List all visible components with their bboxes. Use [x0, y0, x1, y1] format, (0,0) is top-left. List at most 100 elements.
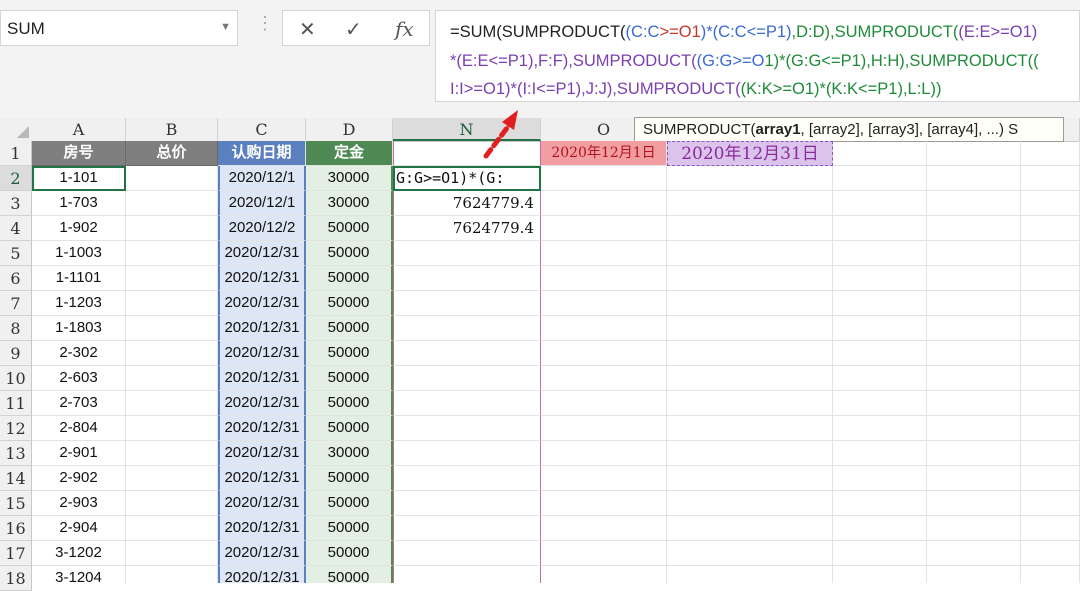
row-header[interactable]: 5: [0, 241, 32, 266]
cell-C11[interactable]: 2020/12/31: [218, 391, 306, 416]
cell-O11[interactable]: [541, 391, 667, 416]
row-header[interactable]: 11: [0, 391, 32, 416]
cell-D16[interactable]: 50000: [306, 516, 393, 541]
cell-R1[interactable]: [927, 141, 1021, 166]
cell-N9[interactable]: [393, 341, 541, 366]
cell-C3[interactable]: 2020/12/1: [218, 191, 306, 216]
cell-O3[interactable]: [541, 191, 667, 216]
cell-N2[interactable]: G:G>=O1)*(G:: [393, 166, 541, 191]
cell-D14[interactable]: 50000: [306, 466, 393, 491]
cell-A6[interactable]: 1-1101: [32, 266, 126, 291]
cell-R18[interactable]: [927, 566, 1021, 583]
row-header[interactable]: 9: [0, 341, 32, 366]
cell-N4[interactable]: 7624779.4: [393, 216, 541, 241]
cell-S4[interactable]: [1021, 216, 1080, 241]
more-options-icon[interactable]: ⋮: [256, 14, 274, 32]
cell-C4[interactable]: 2020/12/2: [218, 216, 306, 241]
column-header-B[interactable]: B: [126, 118, 218, 141]
cell-O9[interactable]: [541, 341, 667, 366]
cell-Q17[interactable]: [833, 541, 927, 566]
cell-B4[interactable]: [126, 216, 218, 241]
row-header[interactable]: 17: [0, 541, 32, 566]
cell-S1[interactable]: [1021, 141, 1080, 166]
cell-N3[interactable]: 7624779.4: [393, 191, 541, 216]
cell-C13[interactable]: 2020/12/31: [218, 441, 306, 466]
cell-C16[interactable]: 2020/12/31: [218, 516, 306, 541]
cell-O1[interactable]: 2020年12月1日: [541, 141, 667, 166]
row-header[interactable]: 1: [0, 141, 32, 166]
cell-P11[interactable]: [667, 391, 833, 416]
cell-A7[interactable]: 1-1203: [32, 291, 126, 316]
cell-N18[interactable]: [393, 566, 541, 583]
cell-N8[interactable]: [393, 316, 541, 341]
cell-P7[interactable]: [667, 291, 833, 316]
cell-R7[interactable]: [927, 291, 1021, 316]
cell-R14[interactable]: [927, 466, 1021, 491]
cell-C7[interactable]: 2020/12/31: [218, 291, 306, 316]
cell-Q5[interactable]: [833, 241, 927, 266]
cell-A5[interactable]: 1-1003: [32, 241, 126, 266]
cell-P6[interactable]: [667, 266, 833, 291]
enter-icon[interactable]: ✓: [345, 17, 362, 42]
cell-N6[interactable]: [393, 266, 541, 291]
formula-input[interactable]: =SUM(SUMPRODUCT((C:C>=O1)*(C:C<=P1),D:D)…: [435, 10, 1080, 102]
cell-P9[interactable]: [667, 341, 833, 366]
cancel-icon[interactable]: ✕: [299, 17, 316, 42]
row-header[interactable]: 15: [0, 491, 32, 516]
row-header[interactable]: 6: [0, 266, 32, 291]
cell-C9[interactable]: 2020/12/31: [218, 341, 306, 366]
cell-B15[interactable]: [126, 491, 218, 516]
cell-B6[interactable]: [126, 266, 218, 291]
cell-O16[interactable]: [541, 516, 667, 541]
cell-R10[interactable]: [927, 366, 1021, 391]
cell-D5[interactable]: 50000: [306, 241, 393, 266]
cell-P17[interactable]: [667, 541, 833, 566]
cell-D4[interactable]: 50000: [306, 216, 393, 241]
cell-grid[interactable]: 房号 总价 认购日期 定金 2020年12月1日 2020年12月31日 1-101 2020…: [32, 141, 1080, 583]
cell-A13[interactable]: 2-901: [32, 441, 126, 466]
cell-B17[interactable]: [126, 541, 218, 566]
cell-Q15[interactable]: [833, 491, 927, 516]
cell-P4[interactable]: [667, 216, 833, 241]
cell-Q7[interactable]: [833, 291, 927, 316]
cell-P2[interactable]: [667, 166, 833, 191]
cell-R2[interactable]: [927, 166, 1021, 191]
cell-A8[interactable]: 1-1803: [32, 316, 126, 341]
cell-Q8[interactable]: [833, 316, 927, 341]
cell-S6[interactable]: [1021, 266, 1080, 291]
cell-P3[interactable]: [667, 191, 833, 216]
cell-A17[interactable]: 3-1202: [32, 541, 126, 566]
cell-P14[interactable]: [667, 466, 833, 491]
cell-S16[interactable]: [1021, 516, 1080, 541]
cell-O7[interactable]: [541, 291, 667, 316]
cell-Q6[interactable]: [833, 266, 927, 291]
cell-S9[interactable]: [1021, 341, 1080, 366]
cell-A12[interactable]: 2-804: [32, 416, 126, 441]
cell-R8[interactable]: [927, 316, 1021, 341]
cell-N17[interactable]: [393, 541, 541, 566]
chevron-down-icon[interactable]: ▼: [220, 21, 231, 33]
row-header[interactable]: 18: [0, 566, 32, 591]
cell-D18[interactable]: 50000: [306, 566, 393, 583]
column-header-D[interactable]: D: [306, 118, 393, 141]
cell-S14[interactable]: [1021, 466, 1080, 491]
insert-function-icon[interactable]: fx: [395, 17, 414, 41]
row-header[interactable]: 7: [0, 291, 32, 316]
cell-A3[interactable]: 1-703: [32, 191, 126, 216]
cell-Q10[interactable]: [833, 366, 927, 391]
cell-O12[interactable]: [541, 416, 667, 441]
select-all-button[interactable]: [0, 118, 32, 141]
cell-D13[interactable]: 30000: [306, 441, 393, 466]
column-header-A[interactable]: A: [32, 118, 126, 141]
cell-D11[interactable]: 50000: [306, 391, 393, 416]
cell-Q11[interactable]: [833, 391, 927, 416]
cell-O18[interactable]: [541, 566, 667, 583]
cell-O14[interactable]: [541, 466, 667, 491]
cell-O2[interactable]: [541, 166, 667, 191]
cell-D17[interactable]: 50000: [306, 541, 393, 566]
row-header[interactable]: 8: [0, 316, 32, 341]
cell-R4[interactable]: [927, 216, 1021, 241]
cell-A2[interactable]: 1-101: [32, 166, 126, 191]
cell-B13[interactable]: [126, 441, 218, 466]
cell-C18[interactable]: 2020/12/31: [218, 566, 306, 583]
